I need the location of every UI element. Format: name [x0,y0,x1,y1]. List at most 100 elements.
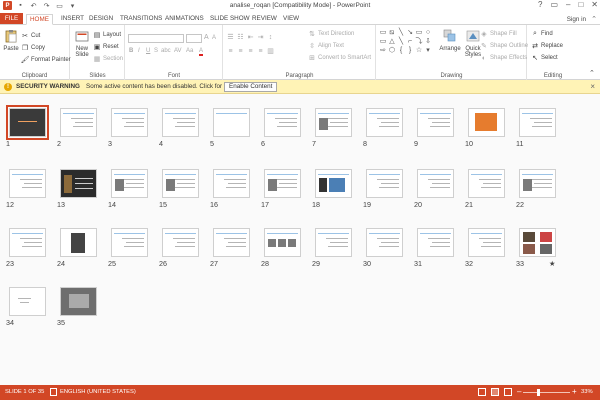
slide-thumbnail[interactable] [9,169,46,198]
new-slide-button[interactable]: New Slide [73,29,91,58]
zoom-level[interactable]: 33% [581,389,593,395]
shape-outline-button[interactable]: ✎ Shape Outline [480,42,528,50]
find-button[interactable]: ⌕ Find [531,30,553,38]
replace-button[interactable]: ⇄ Replace [531,42,563,50]
spelling-icon[interactable] [50,388,57,396]
shape-fill-button[interactable]: ◈ Shape Fill [480,30,516,38]
arrange-button[interactable]: Arrange [437,29,463,52]
zoom-slider-thumb[interactable] [537,389,540,396]
slide-thumbnail[interactable] [315,169,352,198]
align-text-button[interactable]: ⇳ Align Text [308,42,344,50]
format-painter-button[interactable]: 🖌 Format Painter [21,56,71,64]
slide-thumbnail[interactable] [366,169,403,198]
zoom-in-button[interactable]: + [572,387,577,396]
copy-button[interactable]: ❐ Copy [21,44,45,52]
layout-button[interactable]: ▤ Layout [93,31,121,39]
reading-view-icon[interactable] [504,388,512,396]
slide-thumbnail[interactable] [6,105,49,140]
select-button[interactable]: ↖ Select [531,54,558,62]
slide-thumbnail[interactable] [60,228,97,257]
slide-thumbnail[interactable] [468,228,505,257]
tab-home[interactable]: HOME [26,14,53,25]
slide-thumbnail[interactable] [213,169,250,198]
zoom-slider[interactable] [523,389,570,396]
minimize-button[interactable]: – [566,0,570,9]
slide-thumbnail[interactable] [162,228,199,257]
font-size-combo[interactable] [186,34,202,43]
slide-thumbnail[interactable] [111,169,148,198]
collapse-ribbon-icon[interactable]: ⌃ [589,69,595,77]
slide-thumbnail[interactable] [417,108,454,137]
font-color-button[interactable]: A [199,48,204,56]
slide-thumbnail[interactable] [519,228,556,257]
italic-button[interactable]: I [138,48,140,54]
shape-gallery-item[interactable]: ⇩ [424,38,432,46]
slide-thumbnail[interactable] [264,169,301,198]
slide-thumbnail[interactable] [417,228,454,257]
shape-gallery-item[interactable]: ▭ [379,29,387,37]
maximize-button[interactable]: □ [578,0,583,9]
cut-button[interactable]: ✂ Cut [21,32,40,40]
slide-thumbnail[interactable] [111,108,148,137]
text-direction-button[interactable]: ⇅ Text Direction [308,30,354,38]
slide-thumbnail[interactable] [264,228,301,257]
shape-effects-button[interactable]: ◐ Shape Effects [480,54,527,62]
slide-thumbnail[interactable] [213,228,250,257]
shape-gallery-item[interactable]: ▭ [415,29,423,37]
shape-gallery-item[interactable]: ▾ [424,47,432,55]
slide-thumbnail[interactable] [366,108,403,137]
shape-gallery-item[interactable]: ⤵ [415,38,423,46]
shape-gallery-item[interactable]: { [397,47,405,55]
slide-thumbnail[interactable] [264,108,301,137]
strikethrough-button[interactable]: S [154,48,158,54]
close-button[interactable]: ✕ [591,0,598,9]
shape-gallery-item[interactable]: ⬡ [388,47,396,55]
close-warning-icon[interactable]: × [590,82,595,91]
slide-thumbnail[interactable] [213,108,250,137]
section-button[interactable]: ▦ Section [93,55,123,63]
ribbon-display-button[interactable]: ▭ [550,0,558,9]
slide-thumbnail[interactable] [468,108,505,137]
shape-gallery-item[interactable]: ⧅ [388,29,396,37]
slide-thumbnail[interactable] [366,228,403,257]
shapes-gallery[interactable]: ▭ ⧅ ╲ ↘ ▭ ○ ▭ △ ╲ ⌐ ⤵ ⇩ ⇨ ⬡{} ☆ ▾ [379,29,433,57]
shape-gallery-item[interactable]: ○ [424,29,432,37]
slide-thumbnail[interactable] [60,169,97,198]
slide-thumbnail[interactable] [9,228,46,257]
font-name-combo[interactable] [128,34,184,43]
language-status[interactable]: ENGLISH (UNITED STATES) [60,389,136,395]
shape-gallery-item[interactable]: ▭ [379,38,387,46]
bullets-button[interactable]: ☰ ☷ ⇤ ⇥ ↕ [227,33,275,42]
sign-in-link[interactable]: Sign in [567,16,586,23]
account-chevron-icon[interactable]: ⌃ [591,15,597,23]
help-button[interactable]: ? [538,0,542,9]
shape-gallery-item[interactable]: ☆ [415,47,423,55]
slide-thumbnail[interactable] [60,108,97,137]
slide-thumbnail[interactable] [315,228,352,257]
text-shadow-button[interactable]: abc [161,48,171,54]
shape-gallery-item[interactable]: ╲ [397,38,405,46]
slide-thumbnail[interactable] [519,108,556,137]
underline-button[interactable]: U [146,48,150,54]
convert-smartart-button[interactable]: ⊞ Convert to SmartArt [308,54,371,62]
slide-thumbnail[interactable] [111,228,148,257]
slide-thumbnail[interactable] [315,108,352,137]
grow-font-button[interactable]: A [204,34,209,41]
shape-gallery-item[interactable]: ╲ [397,29,405,37]
bold-button[interactable]: B [129,48,133,54]
slide-thumbnail[interactable] [519,169,556,198]
slide-thumbnail[interactable] [9,287,46,316]
slide-thumbnail[interactable] [60,287,97,316]
change-case-button[interactable]: Aa [186,48,193,54]
shape-gallery-item[interactable]: ⇨ [379,47,387,55]
slide-thumbnail[interactable] [468,169,505,198]
shape-gallery-item[interactable]: } [406,47,414,55]
shape-gallery-item[interactable]: △ [388,38,396,46]
alignment-buttons[interactable]: ≡ ≡ ≡ ≡ ▥ [227,47,275,56]
zoom-out-button[interactable]: – [517,387,521,396]
shape-gallery-item[interactable]: ↘ [406,29,414,37]
slide-thumbnail[interactable] [162,108,199,137]
paste-button[interactable]: Paste [2,29,20,52]
shape-gallery-item[interactable]: ⌐ [406,38,414,46]
enable-content-button[interactable]: Enable Content [224,82,278,92]
